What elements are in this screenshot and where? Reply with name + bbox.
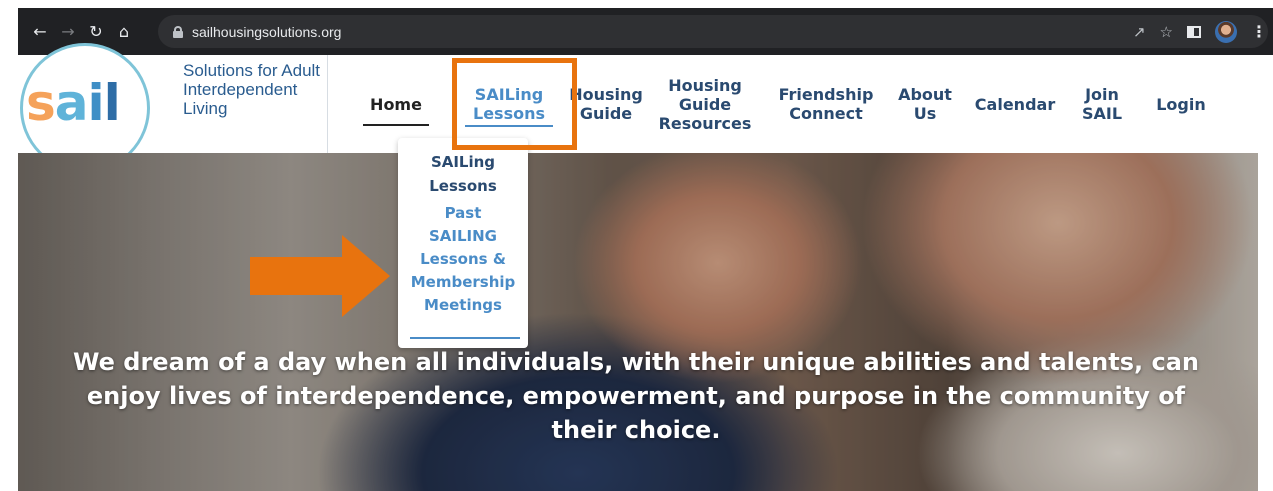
logo-wordmark: sail — [26, 74, 121, 132]
back-arrow-icon[interactable]: ← — [26, 22, 54, 41]
annotation-arrow-icon — [250, 235, 390, 317]
lock-icon — [172, 25, 184, 38]
sailing-dropdown-menu: SAILing Lessons Past SAILING Lessons & M… — [398, 138, 528, 348]
hero-mission-statement: We dream of a day when all individuals, … — [73, 348, 1199, 444]
reload-icon[interactable]: ↻ — [82, 22, 110, 41]
nav-login[interactable]: Login — [1151, 95, 1211, 114]
profile-avatar[interactable] — [1215, 20, 1237, 43]
share-icon[interactable]: ↗ — [1133, 23, 1146, 41]
browser-toolbar: ← → ↻ ⌂ sailhousingsolutions.org ↗ ☆ ⋮ — [18, 8, 1273, 55]
menu-kebab-icon[interactable]: ⋮ — [1251, 22, 1267, 41]
dropdown-link-underline — [410, 337, 520, 339]
nav-friendship-connect[interactable]: Friendship Connect — [771, 85, 881, 123]
nav-sailing-lessons[interactable]: SAILing Lessons — [461, 85, 557, 127]
nav-sailing-underline — [465, 125, 553, 127]
nav-home-underline — [363, 123, 429, 126]
nav-calendar[interactable]: Calendar — [965, 95, 1065, 114]
nav-about-us[interactable]: About Us — [895, 85, 955, 123]
nav-housing-guide-resources[interactable]: Housing Guide Resources — [657, 76, 753, 133]
toolbar-actions: ↗ ☆ ⋮ — [1133, 8, 1267, 55]
sail-logo[interactable]: sail — [18, 43, 153, 155]
bookmark-star-icon[interactable]: ☆ — [1160, 23, 1173, 41]
forward-arrow-icon[interactable]: → — [54, 22, 82, 41]
header-divider — [327, 55, 328, 153]
dropdown-item-past-sailing-lessons[interactable]: Past SAILING Lessons & Membership Meetin… — [398, 202, 528, 321]
nav-home[interactable]: Home — [363, 95, 429, 126]
url-text: sailhousingsolutions.org — [192, 23, 342, 40]
site-tagline: Solutions for Adult Interdependent Livin… — [183, 61, 321, 118]
site-header: sail Solutions for Adult Interdependent … — [18, 43, 1273, 155]
side-panel-icon[interactable] — [1187, 25, 1201, 38]
nav-join-sail[interactable]: Join SAIL — [1073, 85, 1131, 123]
address-bar[interactable]: sailhousingsolutions.org — [158, 15, 1268, 48]
nav-housing-guide[interactable]: Housing Guide — [563, 85, 649, 123]
dropdown-item-sailing-lessons[interactable]: SAILing Lessons — [398, 150, 528, 198]
home-icon[interactable]: ⌂ — [110, 22, 138, 41]
